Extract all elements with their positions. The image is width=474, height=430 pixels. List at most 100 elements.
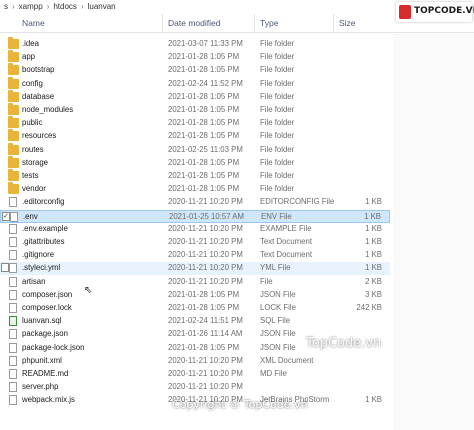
file-row[interactable]: .idea 2021-03-07 11:33 PM File folder	[0, 37, 390, 51]
file-row[interactable]: public 2021-01-28 1:05 PM File folder	[0, 116, 390, 130]
file-name: .gitattributes	[22, 237, 65, 246]
file-date: 2020-11-21 10:20 PM	[168, 223, 243, 233]
folder-icon	[8, 63, 19, 76]
file-icon	[9, 342, 17, 353]
file-row[interactable]: .editorconfig 2020-11-21 10:20 PM EDITORCO…	[0, 196, 390, 209]
file-size: 1 KB	[365, 223, 382, 233]
file-size: 1 KB	[365, 250, 382, 260]
column-divider[interactable]	[333, 14, 334, 32]
file-date: 2020-11-21 10:20 PM	[168, 197, 243, 207]
file-date: 2021-01-28 1:05 PM	[168, 65, 240, 75]
column-divider[interactable]	[254, 14, 255, 32]
file-icon	[9, 395, 17, 406]
file-type: EXAMPLE File	[260, 223, 312, 233]
file-name: routes	[22, 144, 44, 154]
folder-icon	[8, 169, 19, 181]
file-name: webpack.mix.js	[22, 395, 75, 405]
file-icon	[9, 276, 17, 287]
column-header-size[interactable]: Size	[339, 18, 356, 28]
file-row[interactable]: storage 2021-01-28 1:05 PM File folder	[0, 155, 390, 170]
file-date: 2021-02-24 11:52 PM	[168, 78, 243, 88]
folder-icon	[8, 155, 19, 168]
file-row[interactable]: node_modules 2021-01-28 1:05 PM File folde…	[0, 103, 390, 117]
file-row[interactable]: luanvan.sql 2021-02-24 11:51 PM SQL File	[0, 315, 390, 328]
file-row[interactable]: .gitattributes 2020-11-21 10:20 PM Text Do…	[0, 236, 390, 249]
file-row[interactable]: app 2021-01-28 1:05 PM File folder	[0, 50, 390, 64]
file-row[interactable]: database 2021-01-28 1:05 PM File folder	[0, 89, 390, 104]
file-date: 2021-01-28 1:05 PM	[168, 91, 240, 101]
file-row[interactable]: routes 2021-02-25 11:03 PM File folder	[0, 142, 390, 157]
file-date: 2021-01-28 1:05 PM	[168, 118, 240, 128]
file-date: 2021-02-25 11:03 PM	[168, 144, 243, 154]
file-type: File	[260, 276, 273, 286]
column-header-date[interactable]: Date modified	[168, 18, 220, 28]
file-row[interactable]: composer.json 2021-01-28 1:05 PM JSON File…	[0, 289, 390, 302]
breadcrumb-item[interactable]: htdocs	[49, 2, 81, 11]
file-type: File folder	[260, 171, 295, 180]
file-icon	[9, 197, 17, 208]
file-size: 1 KB	[365, 395, 382, 405]
file-type: JSON File	[260, 342, 296, 352]
file-row[interactable]: tests 2021-01-28 1:05 PM File folder	[0, 169, 390, 183]
file-size: 2 KB	[365, 276, 382, 286]
file-row[interactable]: .gitignore 2020-11-21 10:20 PM Text Docume…	[0, 249, 390, 262]
column-header-type[interactable]: Type	[260, 18, 278, 28]
file-date: 2021-01-28 1:05 PM	[168, 303, 240, 312]
file-date: 2020-11-21 10:20 PM	[168, 276, 243, 286]
column-header-name[interactable]: Name	[22, 18, 45, 28]
file-name: .styleci.yml	[22, 263, 61, 273]
file-row[interactable]: vendor 2021-01-28 1:05 PM File folder	[0, 182, 390, 196]
breadcrumb-item[interactable]: luanvan	[84, 2, 120, 11]
file-icon	[9, 250, 17, 261]
file-row[interactable]: artisan 2020-11-21 10:20 PM File 2 KB	[0, 276, 390, 289]
file-size: 3 KB	[365, 289, 382, 299]
file-row[interactable]: .env.example 2020-11-21 10:20 PM EXAMPLE F…	[0, 223, 390, 236]
file-type: File folder	[260, 39, 295, 48]
file-name: composer.json	[22, 289, 73, 299]
file-date: 2020-11-21 10:20 PM	[168, 369, 243, 378]
file-row[interactable]: config 2021-02-24 11:52 PM File folder	[0, 76, 390, 91]
row-checkbox[interactable]	[1, 263, 9, 273]
file-type: File folder	[260, 157, 295, 167]
file-icon	[9, 237, 17, 247]
file-date: 2021-01-28 1:05 PM	[168, 52, 240, 62]
column-header: Name Date modified Type Size	[0, 14, 474, 33]
file-type: File folder	[260, 118, 295, 128]
file-name: package.json	[22, 329, 68, 339]
file-type: JSON File	[260, 289, 296, 299]
file-type: MD File	[260, 369, 287, 378]
file-type: Text Document	[260, 237, 313, 246]
file-row[interactable]: bootstrap 2021-01-28 1:05 PM File folder	[0, 63, 390, 77]
breadcrumb-item[interactable]: xampp	[15, 2, 47, 11]
folder-icon	[8, 129, 19, 142]
breadcrumb-item[interactable]: s	[0, 2, 12, 11]
file-icon	[9, 223, 17, 234]
watermark-text: TopCode.vn	[306, 336, 382, 351]
mouse-cursor-icon: ⇖	[84, 285, 93, 296]
file-type: File folder	[260, 105, 295, 114]
file-row[interactable]: resources 2021-01-28 1:05 PM File folder	[0, 129, 390, 143]
file-date: 2021-03-07 11:33 PM	[168, 39, 243, 48]
file-date: 2020-11-21 10:20 PM	[168, 355, 243, 365]
file-type: JSON File	[260, 329, 296, 339]
file-row[interactable]: README.md 2020-11-21 10:20 PM MD File	[0, 368, 390, 381]
row-checkbox[interactable]: ✓	[2, 211, 10, 221]
file-row[interactable]: phpunit.xml 2020-11-21 10:20 PM XML Docume…	[0, 355, 390, 368]
file-icon	[9, 382, 17, 393]
file-name: server.php	[22, 382, 59, 392]
watermark-copyright: Copyright © TopCode.vn	[172, 398, 308, 411]
column-divider[interactable]	[162, 14, 163, 32]
folder-icon	[8, 89, 19, 102]
folder-icon	[8, 103, 19, 115]
file-row[interactable]: ✓ .env 2021-01-25 10:57 AM ENV File 1 KB	[0, 209, 390, 223]
file-row[interactable]: .styleci.yml 2020-11-21 10:20 PM YML File 1…	[0, 262, 390, 276]
file-row[interactable]: composer.lock 2021-01-28 1:05 PM LOCK File…	[0, 302, 390, 315]
file-date: 2021-01-26 11:14 AM	[168, 329, 243, 339]
file-date: 2020-11-21 10:20 PM	[168, 250, 243, 260]
file-type: ENV File	[261, 211, 292, 221]
file-icon	[9, 263, 17, 274]
file-name: node_modules	[22, 105, 74, 114]
file-row[interactable]: server.php 2020-11-21 10:20 PM	[0, 381, 390, 394]
file-name: bootstrap	[22, 65, 55, 75]
file-size: 1 KB	[364, 211, 381, 221]
